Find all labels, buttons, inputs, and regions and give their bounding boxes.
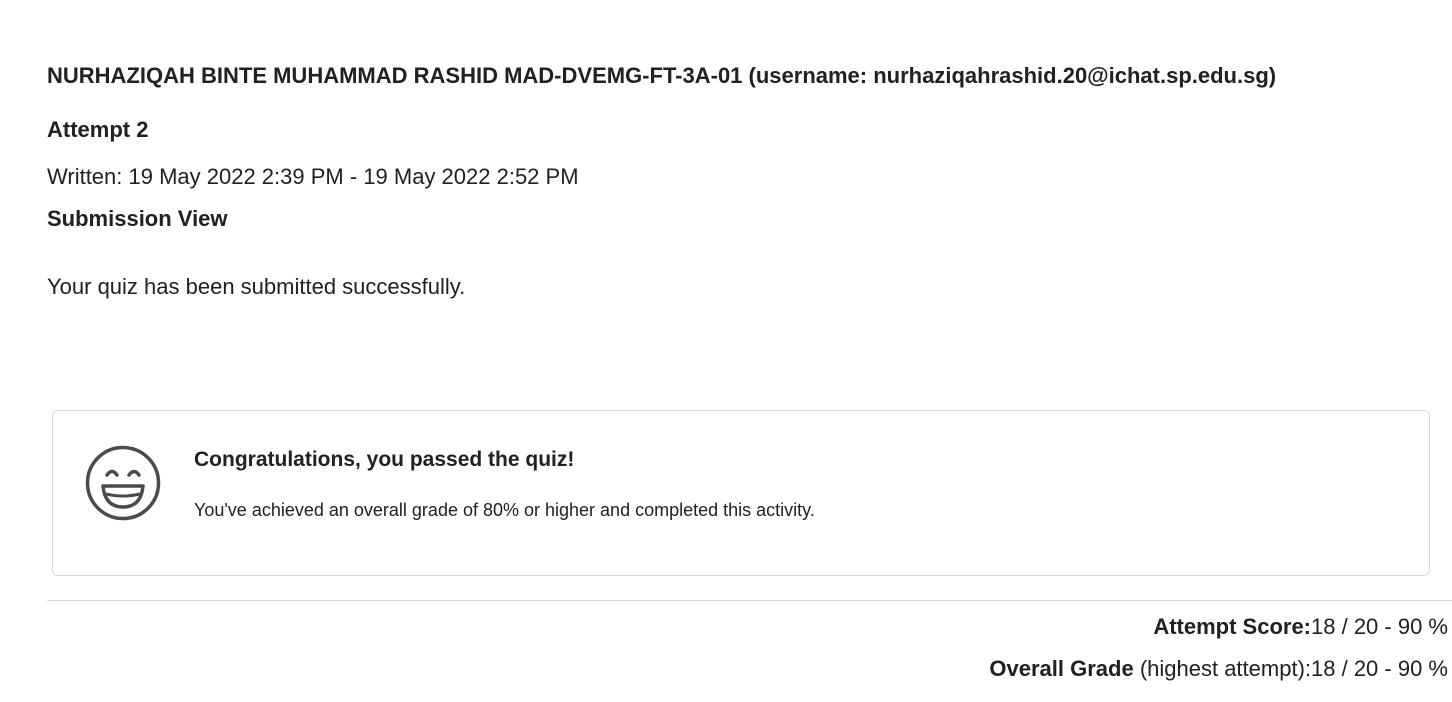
overall-grade-label: Overall Grade (989, 656, 1134, 681)
submission-view-heading: Submission View (47, 206, 228, 231)
attempt-score-value: 18 / 20 - 90 % (1311, 614, 1448, 639)
quiz-result-card: Congratulations, you passed the quiz! Yo… (52, 410, 1430, 576)
attempt-score-label: Attempt Score: (1153, 614, 1312, 639)
submission-success-message: Your quiz has been submitted successfull… (47, 274, 466, 299)
student-info-heading: NURHAZIQAH BINTE MUHAMMAD RASHID MAD-DVE… (47, 63, 1277, 88)
smiley-face-icon (85, 445, 161, 521)
attempt-title: Attempt 2 (47, 117, 149, 142)
overall-grade-value: 18 / 20 - 90 % (1311, 656, 1448, 681)
section-divider (47, 600, 1452, 601)
quiz-passed-text: You've achieved an overall grade of 80% … (194, 500, 815, 520)
attempt-score: Attempt Score:18 / 20 - 90 % (1153, 614, 1448, 640)
overall-grade: Overall Grade (highest attempt):18 / 20 … (989, 656, 1448, 682)
overall-grade-sublabel: (highest attempt): (1133, 656, 1312, 681)
attempt-written-time: Written: 19 May 2022 2:39 PM - 19 May 20… (47, 164, 579, 189)
quiz-passed-heading: Congratulations, you passed the quiz! (194, 448, 575, 471)
